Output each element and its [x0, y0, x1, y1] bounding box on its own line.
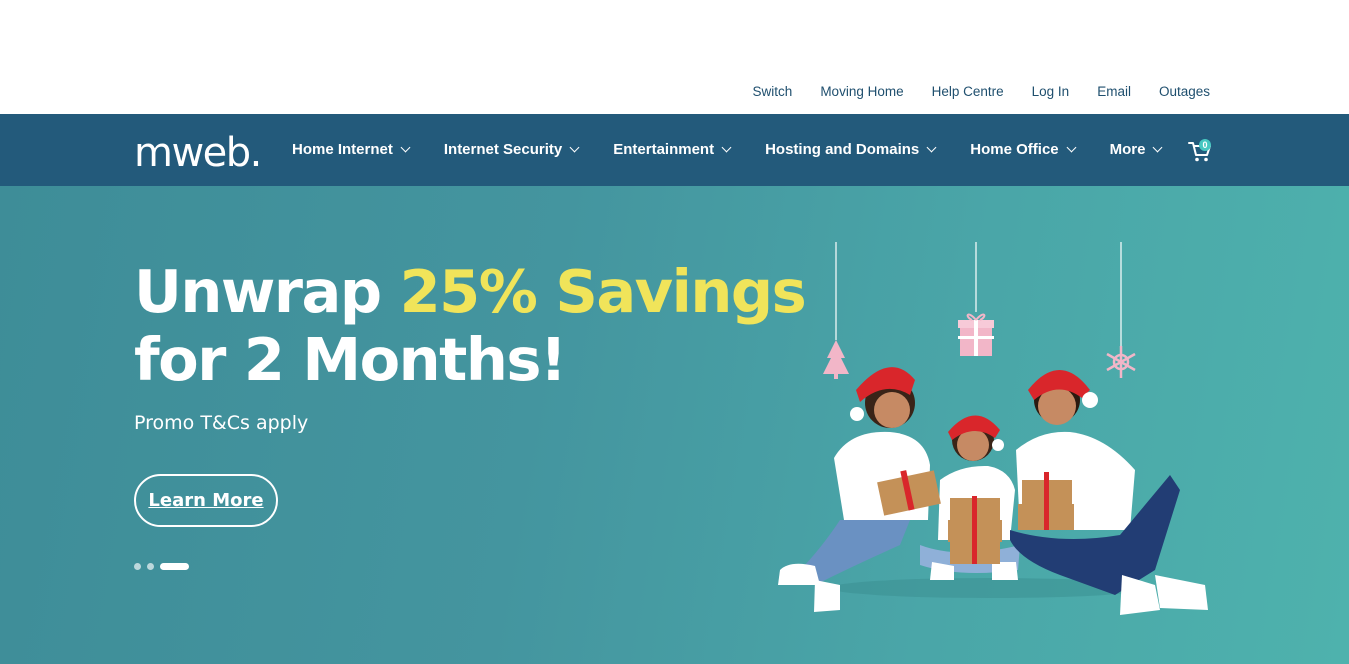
family-christmas-illustration: [778, 242, 1208, 615]
cart-count-badge: 0: [1199, 139, 1211, 151]
chevron-down-icon: [721, 142, 732, 153]
snowflake-ornament-icon: [1106, 346, 1136, 378]
carousel-indicators: [134, 563, 189, 570]
promo-terms: Promo T&Cs apply: [134, 412, 309, 434]
chevron-down-icon: [400, 142, 411, 153]
hero-headline: Unwrap 25% Savings for 2 Months!: [134, 257, 807, 394]
cart-button[interactable]: 0: [1187, 138, 1213, 164]
tree-ornament-icon: [823, 340, 849, 379]
nav-more[interactable]: More: [1109, 141, 1163, 158]
gift-ornament-icon: [958, 313, 994, 356]
nav-home-office[interactable]: Home Office: [970, 141, 1077, 158]
nav-entertainment-label: Entertainment: [613, 141, 715, 158]
nav-home-internet-label: Home Internet: [292, 141, 393, 158]
nav-internet-security-label: Internet Security: [443, 141, 563, 158]
nav-home-internet[interactable]: Home Internet: [292, 141, 411, 158]
nav-more-label: More: [1109, 141, 1146, 158]
chevron-down-icon: [1153, 142, 1163, 153]
nav-internet-security[interactable]: Internet Security: [443, 141, 580, 158]
nav-hosting-domains[interactable]: Hosting and Domains: [765, 141, 937, 158]
carousel-dot-3-active[interactable]: [160, 563, 189, 570]
main-nav-menu: Home Internet Internet Security Entertai…: [292, 141, 1163, 158]
headline-part1: Unwrap: [134, 257, 400, 326]
utility-link-email[interactable]: Email: [1097, 84, 1131, 99]
utility-link-log-in[interactable]: Log In: [1032, 84, 1070, 99]
headline-line2: for 2 Months!: [134, 325, 567, 394]
chevron-down-icon: [569, 142, 580, 153]
learn-more-button[interactable]: Learn More: [134, 474, 278, 527]
nav-hosting-domains-label: Hosting and Domains: [765, 141, 920, 158]
top-utility-bar: Switch Moving Home Help Centre Log In Em…: [0, 0, 1349, 114]
headline-highlight: 25% Savings: [399, 257, 807, 326]
utility-link-help-centre[interactable]: Help Centre: [932, 84, 1004, 99]
nav-entertainment[interactable]: Entertainment: [613, 141, 732, 158]
utility-link-switch[interactable]: Switch: [753, 84, 793, 99]
mweb-logo[interactable]: mweb.: [134, 130, 262, 176]
carousel-dot-2[interactable]: [147, 563, 154, 570]
utility-link-moving-home[interactable]: Moving Home: [820, 84, 903, 99]
utility-nav: Switch Moving Home Help Centre Log In Em…: [753, 84, 1210, 99]
carousel-dot-1[interactable]: [134, 563, 141, 570]
chevron-down-icon: [926, 142, 937, 153]
utility-link-outages[interactable]: Outages: [1159, 84, 1210, 99]
chevron-down-icon: [1066, 142, 1077, 153]
nav-home-office-label: Home Office: [970, 141, 1059, 158]
